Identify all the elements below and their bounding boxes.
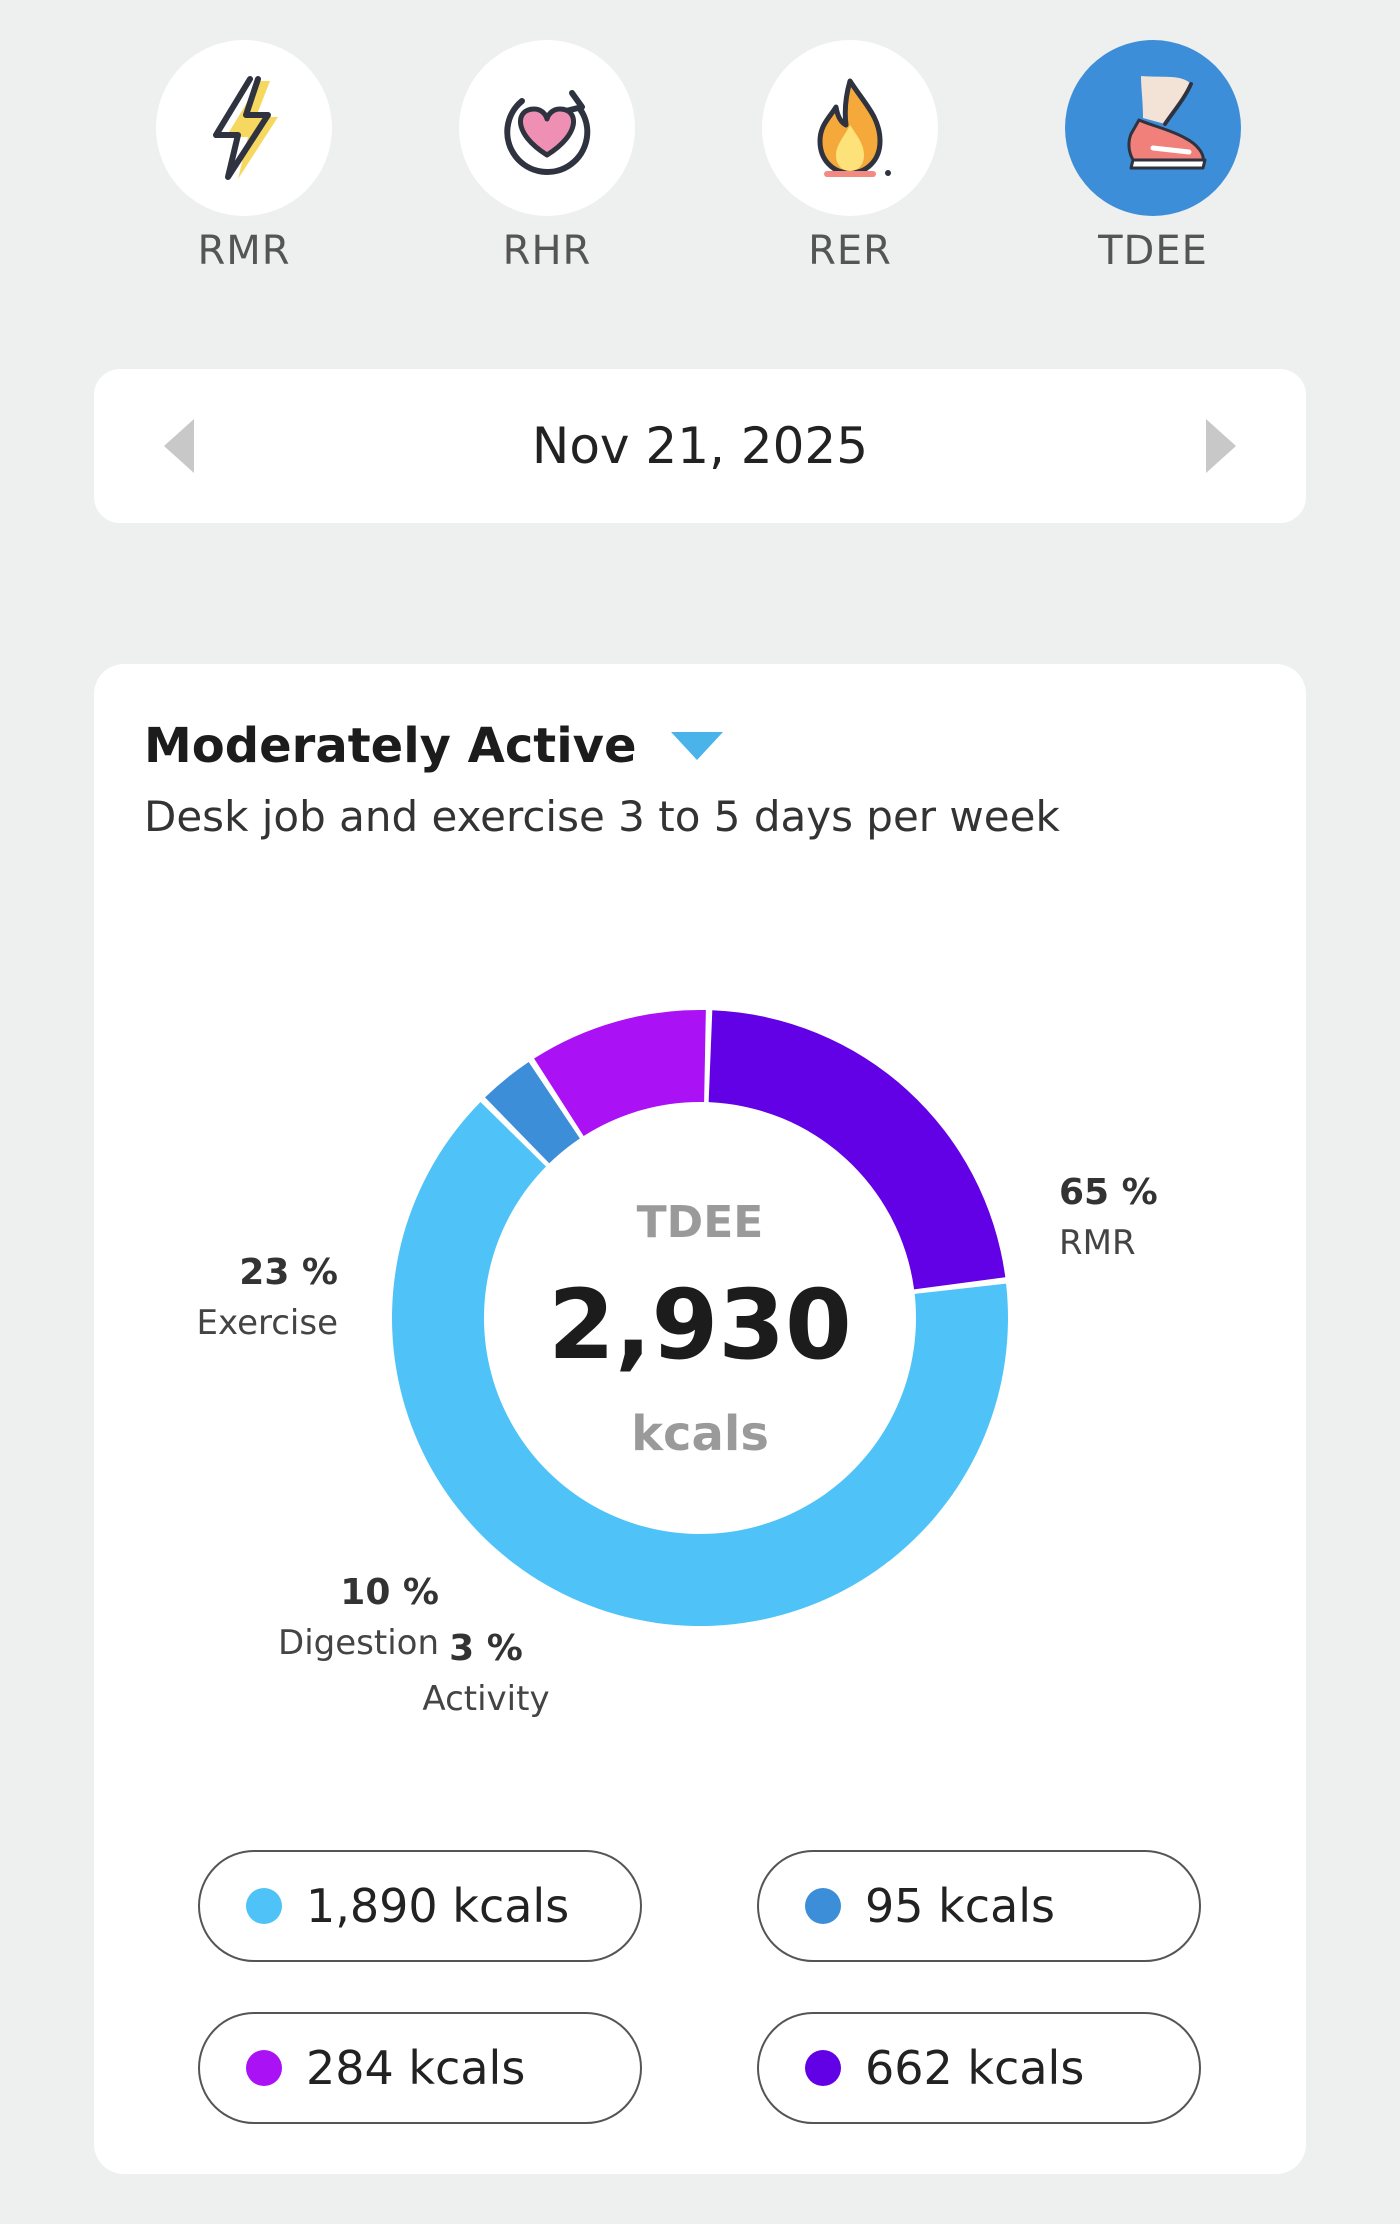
metric-rer-circle [762,40,938,216]
legend-value: 1,890 kcals [306,1879,570,1933]
metric-rhr[interactable]: RHR [447,40,647,274]
slice-percent-exercise: 23 % [239,1252,338,1293]
flame-icon [817,78,891,177]
selected-date: Nov 21, 2025 [531,417,869,475]
chart-center-title: TDEE [637,1197,764,1248]
legend-pill-exercise[interactable]: 662 kcals [757,2012,1201,2124]
heart-cycle-icon [504,90,591,175]
date-selector: Nov 21, 2025 [94,369,1306,523]
metric-rmr[interactable]: RMR [144,40,344,274]
slice-name-rmr: RMR [1059,1223,1136,1263]
metric-rhr-label: RHR [502,228,592,274]
slice-percent-digestion: 10 % [340,1572,439,1613]
metric-nav: RMR RHR RER TDEE [0,40,1400,280]
legend-pill-digestion[interactable]: 284 kcals [198,2012,642,2124]
lightning-bolt-icon [213,76,278,180]
metric-rhr-circle [459,40,635,216]
chart-center-value: 2,930 [548,1269,852,1381]
legend-value: 284 kcals [306,2041,526,2095]
metric-rmr-circle [156,40,332,216]
metric-rmr-label: RMR [197,228,291,274]
legend-dot [246,2050,282,2086]
metric-tdee-circle [1065,40,1241,216]
legend-pill-activity[interactable]: 95 kcals [757,1850,1201,1962]
tdee-donut-chart: TDEE 2,930 kcals 65 % RMR 3 % Activity 10 % D… [197,1010,1158,1719]
legend-dot [805,2050,841,2086]
legend-dot [805,1888,841,1924]
chevron-right-icon[interactable] [1196,419,1246,473]
metric-rer[interactable]: RER [750,40,950,274]
metric-tdee-label: TDEE [1098,228,1208,274]
legend-pill-rmr[interactable]: 1,890 kcals [198,1850,642,1962]
metric-tdee[interactable]: TDEE [1053,40,1253,274]
tdee-card: Moderately Active Desk job and exercise … [94,664,1306,2174]
slice-percent-activity: 3 % [449,1628,523,1669]
legend-value: 662 kcals [865,2041,1085,2095]
legend-value: 95 kcals [865,1879,1056,1933]
slice-name-exercise: Exercise [197,1303,338,1343]
legend-dot [246,1888,282,1924]
slice-name-activity: Activity [422,1679,549,1719]
running-shoe-icon [1127,76,1207,170]
chart-center-unit: kcals [631,1406,769,1462]
metric-rer-label: RER [808,228,892,274]
slice-percent-rmr: 65 % [1059,1172,1158,1213]
slice-name-digestion: Digestion [278,1623,439,1663]
